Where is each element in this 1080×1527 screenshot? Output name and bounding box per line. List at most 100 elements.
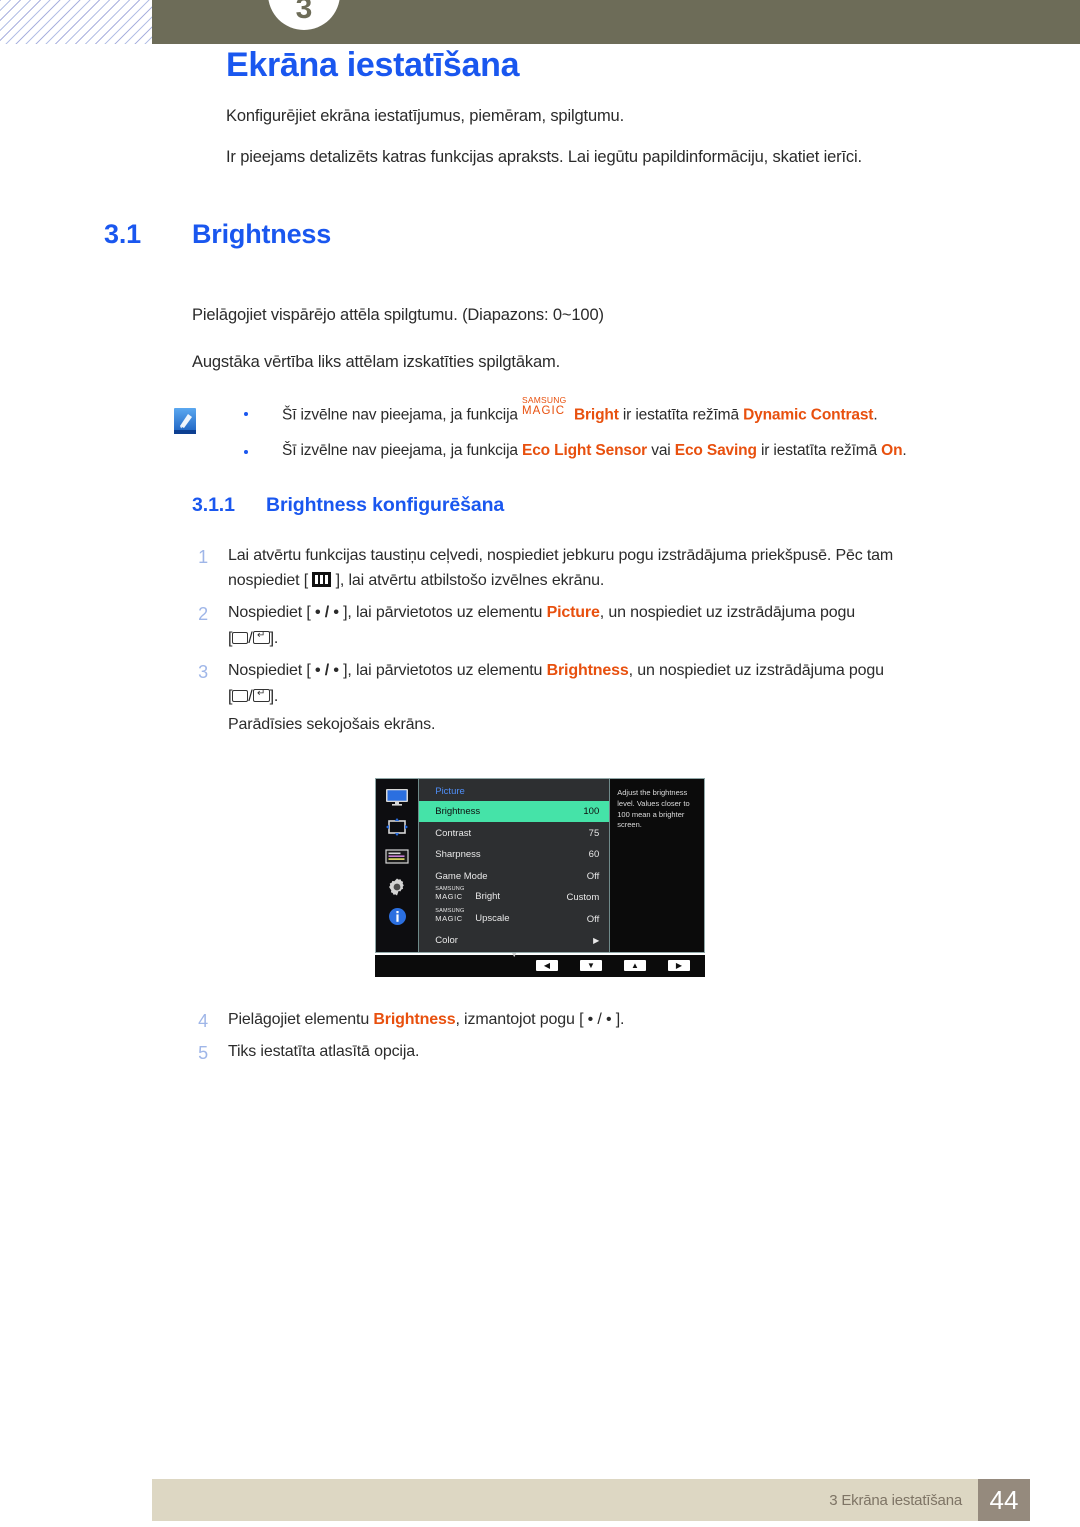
- osd-row-label: Sharpness: [435, 849, 481, 861]
- step-item: 3 Nospiediet [ • / • ], lai pārvietotos …: [192, 658, 1080, 738]
- magic-suffix: Bright: [574, 406, 619, 424]
- note-block: Šī izvēlne nav pieejama, ja funkcija SAM…: [0, 395, 1080, 460]
- enter-key-icon: [252, 631, 270, 645]
- note-text-pre: Šī izvēlne nav pieejama, ja funkcija: [282, 441, 522, 459]
- osd-row-value: 75: [588, 827, 600, 839]
- magic-top-text: SAMSUNG: [522, 395, 567, 405]
- step-number: 3: [198, 662, 208, 683]
- note-term-c: On: [881, 441, 903, 459]
- subsection-title: Brightness konfigurēšana: [266, 493, 505, 516]
- key-line-sep: /: [248, 630, 253, 648]
- key-line-post: ].: [269, 630, 279, 648]
- monitor-icon[interactable]: [384, 787, 410, 807]
- samsung-magic-logo: SAMSUNG MAGIC Upscale: [435, 908, 509, 924]
- step-term: Brightness: [546, 662, 629, 680]
- osd-sidebar: [376, 778, 419, 952]
- step-text-mid: ], lai pārvietotos uz elementu: [338, 604, 547, 622]
- step-number: 4: [198, 1010, 208, 1031]
- footer-chapter-text: 3 Ekrāna iestatīšana: [829, 1491, 962, 1509]
- nav-left-button[interactable]: ◀: [536, 960, 558, 972]
- osd-row-contrast[interactable]: Contrast 75: [419, 822, 609, 844]
- osd-menu-panel: Picture Brightness 100 Contrast 75 Sharp…: [418, 778, 610, 959]
- samsung-magic-logo: SAMSUNG MAGIC: [522, 395, 574, 420]
- step-keys: • / •: [315, 604, 339, 622]
- key-line-sep: /: [248, 688, 253, 706]
- nav-right-button[interactable]: ▶: [668, 960, 690, 972]
- magic-suffix: Upscale: [475, 912, 510, 924]
- menu-key-icon: [312, 572, 332, 588]
- osd-row-value: Custom: [566, 892, 600, 904]
- step-text-post: , un nospiediet uz izstrādājuma pogu: [599, 604, 855, 622]
- information-icon[interactable]: [384, 907, 410, 927]
- step-number: 2: [198, 604, 208, 625]
- magic-bottom-text: MAGIC: [522, 405, 566, 417]
- step-term: Brightness: [373, 1010, 456, 1028]
- osd-row-brightness[interactable]: Brightness 100: [419, 800, 610, 823]
- osd-row-value: Off: [586, 870, 600, 882]
- osd-row-magic-upscale[interactable]: SAMSUNG MAGIC Upscale Off: [419, 908, 609, 930]
- subsection-heading: 3.1.1 Brightness konfigurēšana: [192, 494, 1080, 517]
- step-text: Tiks iestatīta atlasītā opcija.: [228, 1042, 420, 1060]
- section-number: 3.1: [104, 219, 141, 249]
- osd-row-game-mode[interactable]: Game Mode Off: [419, 865, 609, 887]
- nav-up-button[interactable]: ▲: [624, 960, 646, 972]
- intro-paragraph-2: Ir pieejams detalizēts katras funkcijas …: [226, 148, 862, 166]
- step-keys: • / •: [315, 662, 339, 680]
- step-term: Picture: [546, 604, 600, 622]
- section-body-1: Pielāgojiet vispārējo attēla spilgtumu. …: [192, 306, 604, 324]
- note-item: Šī izvēlne nav pieejama, ja funkcija Eco…: [240, 442, 1080, 460]
- step-text-line2-post: ], lai atvērtu atbilstošo izvēlnes ekrān…: [331, 572, 605, 590]
- manual-page: 3 Ekrāna iestatīšana Konfigurējiet ekrān…: [0, 0, 1080, 1527]
- bullet-icon: [244, 449, 248, 454]
- step-item: 4 Pielāgojiet elementu Brightness, izman…: [192, 1007, 1080, 1033]
- note-text-pre: Šī izvēlne nav pieejama, ja funkcija: [282, 406, 522, 424]
- step-item: 1 Lai atvērtu funkcijas taustiņu ceļvedi…: [192, 543, 1080, 595]
- nav-down-button[interactable]: ▼: [580, 960, 602, 972]
- chapter-number-badge: 3: [268, 0, 340, 30]
- magic-bottom-text: MAGIC: [435, 913, 463, 923]
- picture-position-icon[interactable]: [384, 817, 410, 837]
- magic-suffix: Bright: [475, 891, 501, 903]
- step-item: 5 Tiks iestatīta atlasītā opcija.: [192, 1039, 1080, 1065]
- osd-window: Picture Brightness 100 Contrast 75 Sharp…: [375, 777, 705, 959]
- key-line-post: ].: [269, 688, 279, 706]
- osd-icon[interactable]: [384, 847, 410, 867]
- step-text-post: , izmantojot pogu [ • / • ].: [455, 1010, 625, 1028]
- osd-row-magic-bright[interactable]: SAMSUNG MAGIC Bright Custom: [419, 886, 609, 909]
- note-list: Šī izvēlne nav pieejama, ja funkcija SAM…: [240, 395, 1080, 460]
- section-heading: 3.1 Brightness: [104, 219, 1080, 250]
- osd-row-color[interactable]: Color ▶: [419, 930, 609, 952]
- scroll-down-caret-icon[interactable]: ▼: [419, 952, 609, 959]
- page-footer: 3 Ekrāna iestatīšana 44: [152, 1479, 1030, 1521]
- note-text-mid-a: vai: [647, 441, 675, 459]
- back-key-icon: [232, 632, 249, 645]
- osd-row-label: Brightness: [435, 806, 481, 818]
- section-title: Brightness: [192, 219, 332, 249]
- page-number: 44: [978, 1479, 1030, 1521]
- note-term-a: Eco Light Sensor: [522, 441, 648, 459]
- system-gear-icon[interactable]: [384, 877, 410, 897]
- steps-list-continued: 4 Pielāgojiet elementu Brightness, izman…: [0, 1007, 1080, 1065]
- header-band: 3: [152, 0, 1080, 44]
- note-term: Dynamic Contrast: [743, 406, 874, 424]
- note-item: Šī izvēlne nav pieejama, ja funkcija SAM…: [240, 395, 1080, 425]
- step-text-line1: Lai atvērtu funkcijas taustiņu ceļvedi, …: [228, 546, 894, 564]
- osd-menu-title: Picture: [435, 785, 465, 797]
- step-text-pre: Pielāgojiet elementu: [228, 1010, 374, 1028]
- step-subtext: Parādīsies sekojošais ekrāns.: [228, 715, 436, 733]
- step-text-mid: ], lai pārvietotos uz elementu: [338, 662, 547, 680]
- step-text-pre: Nospiediet [: [228, 604, 315, 622]
- note-icon: [168, 406, 202, 438]
- back-key-icon: [232, 690, 249, 703]
- hatch-decoration: [0, 0, 152, 44]
- bullet-icon: [244, 412, 248, 416]
- osd-row-label: Contrast: [435, 827, 472, 839]
- osd-row-value: Off: [586, 913, 600, 925]
- submenu-arrow-icon: ▶: [593, 936, 600, 946]
- osd-row-label: SAMSUNG MAGIC Upscale: [435, 908, 547, 926]
- step-number: 5: [198, 1042, 208, 1063]
- intro-paragraph-1: Konfigurējiet ekrāna iestatījumus, piemē…: [226, 107, 625, 125]
- osd-row-sharpness[interactable]: Sharpness 60: [419, 844, 609, 866]
- note-text-post: .: [902, 441, 907, 459]
- step-item: 2 Nospiediet [ • / • ], lai pārvietotos …: [192, 600, 1080, 652]
